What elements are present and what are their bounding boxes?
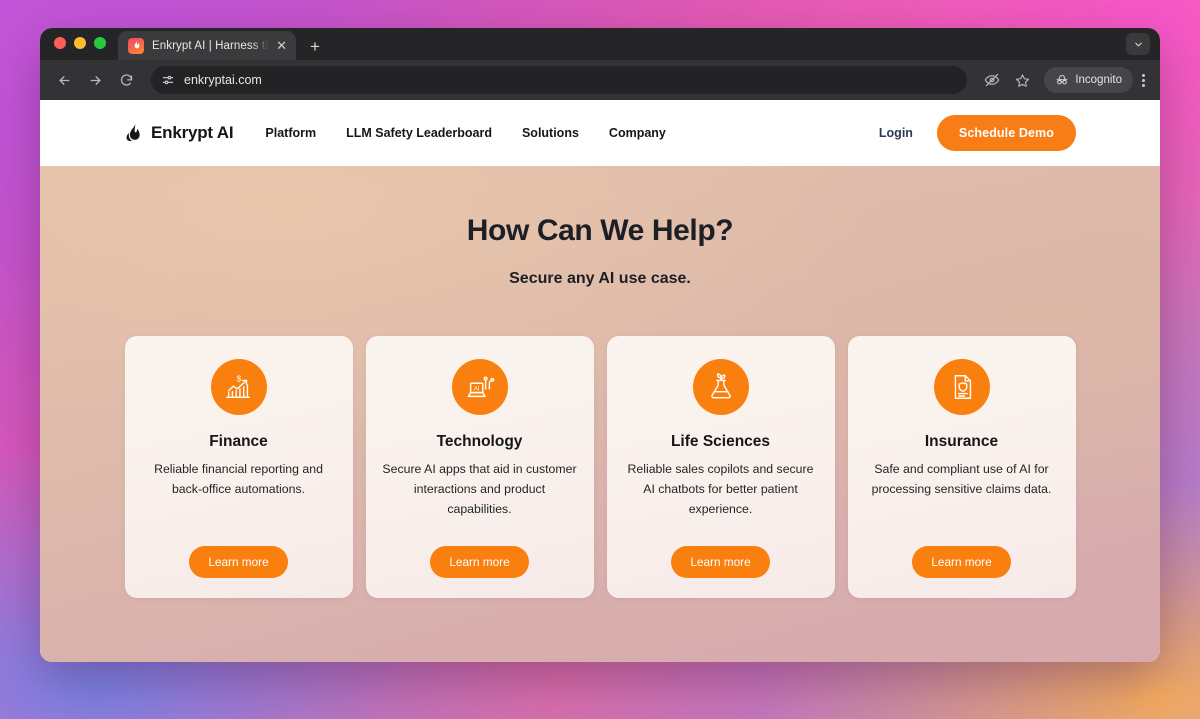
incognito-label: Incognito (1075, 74, 1122, 86)
flame-favicon (128, 37, 144, 54)
card-technology[interactable]: AI Technology Secure AI apps that aid in… (365, 336, 594, 598)
site-settings-icon[interactable] (161, 73, 175, 87)
browser-toolbar: enkryptai.com Incognito (40, 60, 1160, 100)
window-controls (54, 28, 106, 60)
browser-tab[interactable]: Enkrypt AI | Harness the Power ✕ (118, 31, 296, 60)
page-title: How Can We Help? (466, 214, 734, 247)
site-navbar: Enkrypt AI Platform LLM Safety Leaderboa… (40, 100, 1160, 166)
eye-slash-icon[interactable] (978, 66, 1006, 94)
minimize-window-button[interactable] (74, 37, 86, 49)
hero-section: How Can We Help? Secure any AI use case.… (40, 166, 1160, 662)
brand-logo[interactable]: Enkrypt AI (124, 123, 234, 144)
brand-name: Enkrypt AI (151, 123, 234, 142)
card-life-sciences[interactable]: Life Sciences Reliable sales copilots an… (606, 336, 835, 598)
flask-plant-icon (692, 359, 749, 415)
learn-more-button[interactable]: Learn more (671, 546, 770, 578)
nav-link-solutions[interactable]: Solutions (522, 126, 579, 140)
nav-actions: Login Schedule Demo (879, 115, 1076, 151)
maximize-window-button[interactable] (94, 37, 106, 49)
close-window-button[interactable] (54, 37, 66, 49)
browser-titlebar: Enkrypt AI | Harness the Power ✕ + (40, 28, 1160, 60)
card-description: Reliable financial reporting and back-of… (154, 462, 323, 496)
tab-title: Enkrypt AI | Harness the Power (152, 39, 268, 52)
laptop-ai-icon: AI (451, 359, 508, 415)
document-shield-icon (933, 359, 990, 415)
use-case-cards: $ Finance Reliable financial reporting a… (40, 336, 1160, 598)
close-tab-button[interactable]: ✕ (276, 39, 287, 52)
learn-more-button[interactable]: Learn more (189, 546, 288, 578)
reload-icon[interactable] (112, 66, 140, 94)
flame-logo (124, 123, 143, 144)
nav-links: Platform LLM Safety Leaderboard Solution… (265, 126, 665, 140)
svg-text:$: $ (236, 373, 241, 383)
card-title: Technology (436, 433, 523, 450)
card-description: Secure AI apps that aid in customer inte… (382, 462, 577, 516)
back-arrow-icon[interactable] (50, 66, 78, 94)
card-title: Insurance (924, 433, 999, 450)
toolbar-actions: Incognito (978, 66, 1152, 94)
nav-link-platform[interactable]: Platform (265, 126, 316, 140)
new-tab-button[interactable]: + (310, 38, 320, 55)
nav-link-llm-safety-leaderboard[interactable]: LLM Safety Leaderboard (346, 126, 492, 140)
star-icon[interactable] (1008, 66, 1036, 94)
page-subtitle: Secure any AI use case. (509, 270, 691, 287)
svg-text:AI: AI (473, 385, 479, 392)
learn-more-button[interactable]: Learn more (912, 546, 1011, 578)
login-link[interactable]: Login (879, 126, 913, 140)
card-description: Safe and compliant use of AI for process… (871, 462, 1052, 496)
kebab-menu-icon[interactable] (1135, 73, 1152, 87)
card-title: Finance (209, 433, 268, 450)
card-description: Reliable sales copilots and secure AI ch… (627, 462, 814, 516)
incognito-indicator[interactable]: Incognito (1044, 67, 1133, 93)
incognito-icon (1055, 73, 1069, 87)
browser-window: Enkrypt AI | Harness the Power ✕ + enkry… (40, 28, 1160, 662)
schedule-demo-button[interactable]: Schedule Demo (936, 115, 1076, 151)
card-finance[interactable]: $ Finance Reliable financial reporting a… (124, 336, 353, 598)
address-text: enkryptai.com (184, 73, 262, 87)
chevron-down-icon[interactable] (1126, 33, 1150, 55)
card-title: Life Sciences (670, 433, 771, 450)
card-insurance[interactable]: Insurance Safe and compliant use of AI f… (847, 336, 1076, 598)
nav-link-company[interactable]: Company (609, 126, 666, 140)
web-page: Enkrypt AI Platform LLM Safety Leaderboa… (40, 100, 1160, 662)
tab-strip: Enkrypt AI | Harness the Power ✕ + (118, 28, 320, 60)
learn-more-button[interactable]: Learn more (430, 546, 529, 578)
finance-chart-icon: $ (210, 359, 267, 415)
forward-arrow-icon[interactable] (81, 66, 109, 94)
address-bar[interactable]: enkryptai.com (151, 66, 968, 94)
